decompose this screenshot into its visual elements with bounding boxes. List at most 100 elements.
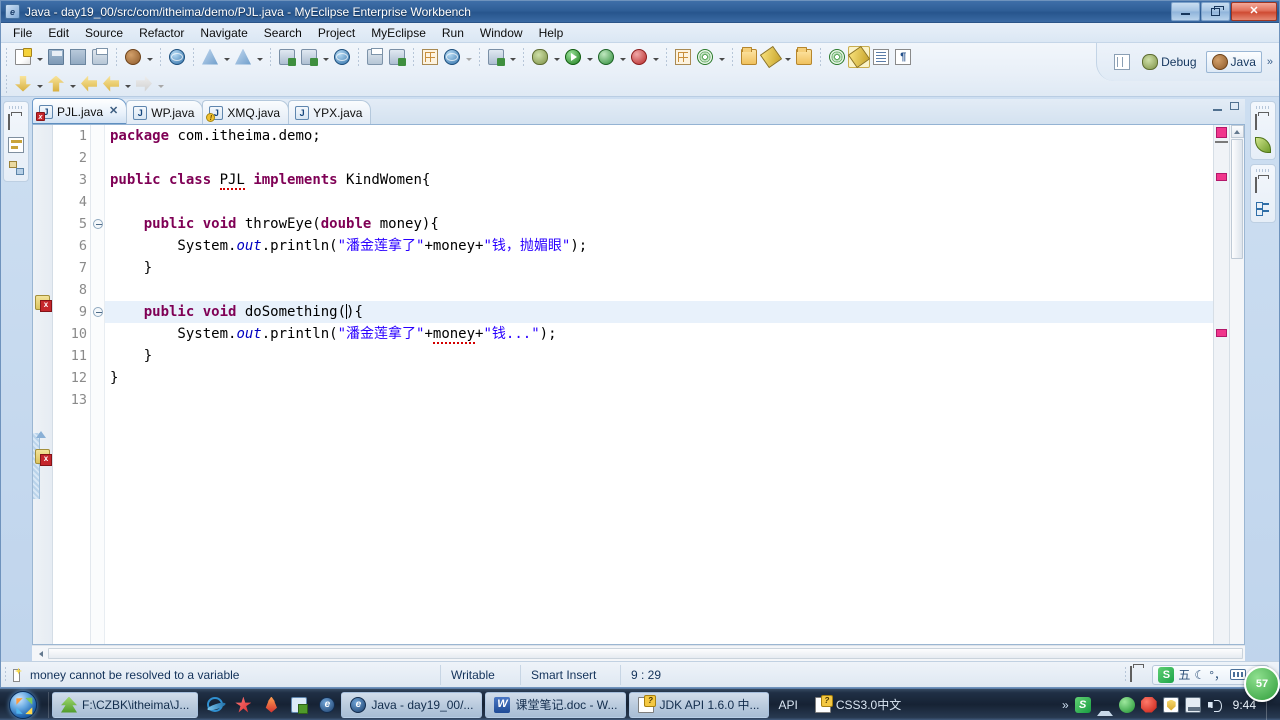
sogou-logo-icon[interactable]: S — [1158, 666, 1175, 683]
debug-dropdown[interactable] — [551, 46, 562, 68]
run-server-dropdown[interactable] — [320, 46, 331, 68]
code-line-2[interactable] — [105, 147, 1213, 169]
tab-pjl-java[interactable]: Jx PJL.java ✕ — [32, 98, 128, 124]
editor-vertical-scrollbar[interactable] — [1229, 125, 1244, 644]
open-type-button[interactable] — [738, 46, 760, 68]
fold-toggle-line-9[interactable] — [93, 307, 103, 317]
run-history-button[interactable] — [595, 46, 617, 68]
back-history-button[interactable] — [78, 73, 100, 95]
next-member-dropdown[interactable] — [34, 73, 45, 95]
taskbar-item-word[interactable]: W 课堂笔记.doc - W... — [485, 691, 627, 718]
next-member-button[interactable] — [12, 73, 34, 95]
code-line-8[interactable] — [105, 279, 1213, 301]
vertical-scroll-thumb[interactable] — [1231, 139, 1243, 259]
editor-overview-ruler[interactable] — [1213, 125, 1229, 644]
menu-refactor[interactable]: Refactor — [131, 23, 192, 43]
restore-button[interactable] — [1201, 2, 1230, 21]
horizontal-scroll-thumb[interactable] — [48, 648, 1243, 659]
fastview-restore-left[interactable] — [8, 114, 24, 131]
fastview-hierarchy[interactable] — [8, 159, 24, 175]
editor-horizontal-scrollbar[interactable] — [32, 645, 1245, 661]
tab-close-icon[interactable]: ✕ — [109, 106, 118, 117]
fastview-grip[interactable] — [1255, 169, 1270, 172]
open-perspective-button[interactable] — [1111, 51, 1133, 73]
perspective-debug[interactable]: Debug — [1136, 51, 1202, 73]
new-target-button[interactable] — [694, 46, 716, 68]
search-dropdown[interactable] — [782, 46, 793, 68]
editor-marker-gutter[interactable] — [33, 125, 53, 644]
menu-navigate[interactable]: Navigate — [192, 23, 255, 43]
code-line-6[interactable]: System.out.println("潘金莲拿了"+money+"钱，抛媚眼"… — [105, 235, 1213, 257]
run-external-dropdown[interactable] — [650, 46, 661, 68]
code-line-7[interactable]: } — [105, 257, 1213, 279]
fastview-restore-right-bottom[interactable] — [1254, 177, 1271, 194]
web-service-button[interactable] — [441, 46, 463, 68]
taskbar-item-css3[interactable]: CSS3.0中文 — [808, 692, 908, 718]
menu-file[interactable]: File — [5, 23, 40, 43]
menu-run[interactable]: Run — [434, 23, 472, 43]
close-button[interactable]: ✕ — [1231, 2, 1277, 21]
taskbar-item-api[interactable]: API — [772, 692, 805, 718]
new-wizard-dropdown[interactable] — [34, 46, 45, 68]
code-line-10[interactable]: System.out.println("潘金莲拿了"+money+"钱...")… — [105, 323, 1213, 345]
new-class-wizard-button[interactable] — [232, 46, 254, 68]
tray-stop-icon[interactable] — [1140, 696, 1157, 713]
globe-button[interactable] — [331, 46, 353, 68]
fastview-grip[interactable] — [1255, 106, 1270, 109]
previous-member-button[interactable] — [45, 73, 67, 95]
toggle-block-selection-button[interactable] — [870, 46, 892, 68]
tray-security-icon[interactable] — [1162, 696, 1179, 713]
scroll-left-button[interactable] — [34, 647, 47, 660]
previous-member-dropdown[interactable] — [67, 73, 78, 95]
forward-button[interactable] — [133, 73, 155, 95]
quicklaunch-explorer[interactable]: F:\CZBK\itheima\J... — [52, 691, 199, 718]
overview-error-low[interactable] — [1216, 329, 1227, 337]
run-history-dropdown[interactable] — [617, 46, 628, 68]
menu-source[interactable]: Source — [77, 23, 131, 43]
editor-folding-ruler[interactable] — [91, 125, 105, 644]
editor-minimize-icon[interactable] — [1212, 101, 1224, 113]
new-wizard-button[interactable] — [12, 46, 34, 68]
new-target-dropdown[interactable] — [716, 46, 727, 68]
next-annotation-button[interactable] — [826, 46, 848, 68]
minimize-button[interactable] — [1171, 2, 1200, 21]
status-restore-icon[interactable] — [1130, 665, 1146, 683]
gutter-change-marker-line-9[interactable] — [36, 431, 46, 438]
scroll-up-button[interactable] — [1230, 125, 1244, 138]
code-line-11[interactable]: } — [105, 345, 1213, 367]
fastview-package-explorer[interactable] — [8, 137, 24, 153]
menu-myeclipse[interactable]: MyEclipse — [363, 23, 434, 43]
tab-xmq-java[interactable]: J! XMQ.java — [202, 100, 290, 124]
ime-mode-label[interactable]: 五 — [1178, 666, 1190, 683]
back-dropdown[interactable] — [122, 73, 133, 95]
gutter-error-marker-line-10[interactable] — [35, 449, 52, 466]
recorder-badge[interactable]: 57 — [1244, 666, 1280, 702]
run-server-button[interactable] — [298, 46, 320, 68]
overview-error-top[interactable] — [1216, 127, 1227, 138]
tray-sogou-icon[interactable]: S — [1074, 696, 1091, 713]
tray-network-icon[interactable] — [1184, 696, 1201, 713]
new-project-wizard-button[interactable] — [199, 46, 221, 68]
start-button[interactable] — [1, 690, 45, 720]
editor-maximize-icon[interactable] — [1229, 101, 1241, 113]
server-button[interactable] — [276, 46, 298, 68]
snapshot-button[interactable] — [485, 46, 507, 68]
code-line-13[interactable] — [105, 389, 1213, 411]
run-dropdown[interactable] — [584, 46, 595, 68]
forward-dropdown[interactable] — [155, 73, 166, 95]
show-whitespace-button[interactable]: ¶ — [892, 46, 914, 68]
open-resource-button[interactable] — [793, 46, 815, 68]
run-button[interactable] — [562, 46, 584, 68]
menu-edit[interactable]: Edit — [40, 23, 77, 43]
menu-project[interactable]: Project — [310, 23, 363, 43]
code-line-3[interactable]: public class PJL implements KindWomen{ — [105, 169, 1213, 191]
code-line-5[interactable]: public void throwEye(double money){ — [105, 213, 1213, 235]
fastview-myeclipse-leaf[interactable] — [1254, 137, 1271, 153]
quicklaunch-fire[interactable] — [257, 692, 285, 718]
menu-search[interactable]: Search — [256, 23, 310, 43]
deploy-dropdown[interactable] — [144, 46, 155, 68]
fold-toggle-line-5[interactable] — [93, 219, 103, 229]
quicklaunch-star[interactable] — [229, 692, 257, 718]
taskbar-item-jdkapi[interactable]: JDK API 1.6.0 中... — [629, 691, 769, 718]
quicklaunch-eclipse[interactable]: e — [313, 692, 341, 718]
